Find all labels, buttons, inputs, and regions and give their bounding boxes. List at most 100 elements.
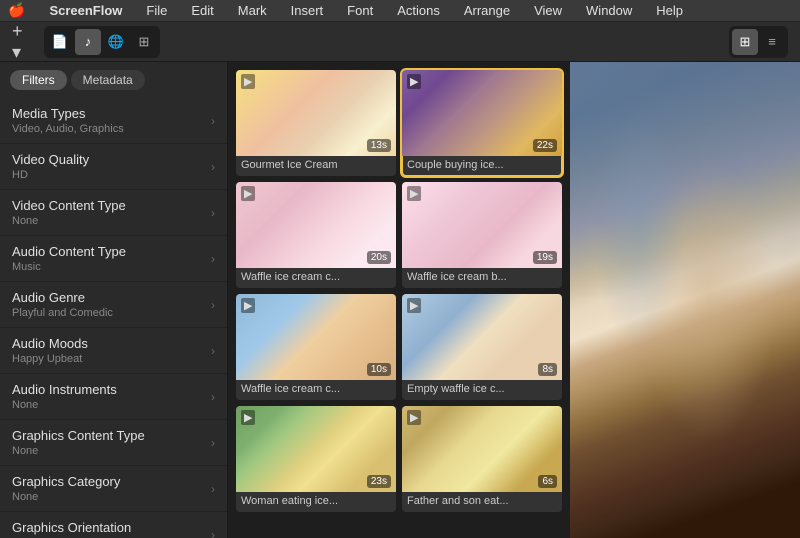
menu-arrange[interactable]: Arrange bbox=[460, 3, 514, 18]
sidebar-value-audio-moods: Happy Upbeat bbox=[12, 353, 88, 365]
media-item-2[interactable]: ▶ 20s Waffle ice cream c... bbox=[236, 182, 396, 288]
media-thumb-2: ▶ 20s bbox=[236, 182, 396, 268]
media-thumb-5: ▶ 8s bbox=[402, 294, 562, 380]
app-name[interactable]: ScreenFlow bbox=[45, 3, 126, 18]
video-icon: ▶ bbox=[241, 410, 255, 425]
media-label-1: Couple buying ice... bbox=[402, 156, 562, 176]
media-thumb-4: ▶ 10s bbox=[236, 294, 396, 380]
menu-window[interactable]: Window bbox=[582, 3, 636, 18]
video-icon: ▶ bbox=[407, 410, 421, 425]
media-label-4: Waffle ice cream c... bbox=[236, 380, 396, 400]
grid-icon[interactable]: ⊞ bbox=[131, 29, 157, 55]
sidebar-item-audio-moods[interactable]: Audio Moods Happy Upbeat › bbox=[0, 328, 227, 374]
audio-icon[interactable]: ♪ bbox=[75, 29, 101, 55]
chevron-icon: › bbox=[211, 344, 215, 358]
video-icon: ▶ bbox=[241, 186, 255, 201]
tab-filters[interactable]: Filters bbox=[10, 70, 67, 90]
media-item-4[interactable]: ▶ 10s Waffle ice cream c... bbox=[236, 294, 396, 400]
media-duration-7: 6s bbox=[538, 475, 557, 488]
media-thumb-1: ▶ 22s bbox=[402, 70, 562, 156]
stock-media-icon[interactable]: 📄 bbox=[47, 29, 73, 55]
menu-font[interactable]: Font bbox=[343, 3, 377, 18]
sidebar-item-graphics-category[interactable]: Graphics Category None › bbox=[0, 466, 227, 512]
grid-view-button[interactable]: ⊞ bbox=[732, 29, 758, 55]
sidebar-label-audio-content-type: Audio Content Type bbox=[12, 244, 126, 259]
chevron-icon: › bbox=[211, 528, 215, 538]
menu-edit[interactable]: Edit bbox=[187, 3, 217, 18]
media-label-5: Empty waffle ice c... bbox=[402, 380, 562, 400]
video-icon: ▶ bbox=[407, 298, 421, 313]
sidebar-label-audio-instruments: Audio Instruments bbox=[12, 382, 117, 397]
media-duration-2: 20s bbox=[367, 251, 391, 264]
media-duration-5: 8s bbox=[538, 363, 557, 376]
chevron-icon: › bbox=[211, 482, 215, 496]
menu-view[interactable]: View bbox=[530, 3, 566, 18]
sidebar-label-audio-genre: Audio Genre bbox=[12, 290, 113, 305]
sidebar-item-graphics-orientation[interactable]: Graphics Orientation None › bbox=[0, 512, 227, 538]
sidebar-item-media-types[interactable]: Media Types Video, Audio, Graphics › bbox=[0, 98, 227, 144]
media-thumb-3: ▶ 19s bbox=[402, 182, 562, 268]
menu-file[interactable]: File bbox=[142, 3, 171, 18]
media-item-1[interactable]: ▶ 22s Couple buying ice... bbox=[402, 70, 562, 176]
media-label-2: Waffle ice cream c... bbox=[236, 268, 396, 288]
sidebar-item-video-quality[interactable]: Video Quality HD › bbox=[0, 144, 227, 190]
sidebar-value-media-types: Video, Audio, Graphics bbox=[12, 123, 124, 135]
sidebar-label-graphics-category: Graphics Category bbox=[12, 474, 120, 489]
media-label-6: Woman eating ice... bbox=[236, 492, 396, 512]
media-grid: ▶ 13s Gourmet Ice Cream ▶ 22s Couple buy… bbox=[236, 70, 562, 512]
sidebar-value-graphics-category: None bbox=[12, 491, 120, 503]
sidebar-item-audio-genre[interactable]: Audio Genre Playful and Comedic › bbox=[0, 282, 227, 328]
media-thumb-7: ▶ 6s bbox=[402, 406, 562, 492]
web-icon[interactable]: 🌐 bbox=[103, 29, 129, 55]
media-duration-4: 10s bbox=[367, 363, 391, 376]
chevron-icon: › bbox=[211, 252, 215, 266]
chevron-icon: › bbox=[211, 160, 215, 174]
list-view-button[interactable]: ≡ bbox=[759, 29, 785, 55]
sidebar-item-video-content-type[interactable]: Video Content Type None › bbox=[0, 190, 227, 236]
chevron-icon: › bbox=[211, 436, 215, 450]
tab-metadata[interactable]: Metadata bbox=[71, 70, 145, 90]
video-icon: ▶ bbox=[241, 74, 255, 89]
main-content: Filters Metadata Media Types Video, Audi… bbox=[0, 62, 800, 538]
media-duration-3: 19s bbox=[533, 251, 557, 264]
media-label-7: Father and son eat... bbox=[402, 492, 562, 512]
media-item-5[interactable]: ▶ 8s Empty waffle ice c... bbox=[402, 294, 562, 400]
media-thumb-0: ▶ 13s bbox=[236, 70, 396, 156]
sidebar-value-audio-content-type: Music bbox=[12, 261, 126, 273]
sidebar-value-video-content-type: None bbox=[12, 215, 126, 227]
sidebar-item-audio-content-type[interactable]: Audio Content Type Music › bbox=[0, 236, 227, 282]
menu-mark[interactable]: Mark bbox=[234, 3, 271, 18]
sidebar-label-video-content-type: Video Content Type bbox=[12, 198, 126, 213]
sidebar-value-graphics-content-type: None bbox=[12, 445, 145, 457]
media-label-3: Waffle ice cream b... bbox=[402, 268, 562, 288]
sidebar-label-graphics-orientation: Graphics Orientation bbox=[12, 520, 131, 535]
sidebar-value-audio-genre: Playful and Comedic bbox=[12, 307, 113, 319]
sidebar: Filters Metadata Media Types Video, Audi… bbox=[0, 62, 228, 538]
sidebar-item-audio-instruments[interactable]: Audio Instruments None › bbox=[0, 374, 227, 420]
media-duration-6: 23s bbox=[367, 475, 391, 488]
chevron-icon: › bbox=[211, 206, 215, 220]
sidebar-value-audio-instruments: None bbox=[12, 399, 117, 411]
media-label-0: Gourmet Ice Cream bbox=[236, 156, 396, 176]
media-item-6[interactable]: ▶ 23s Woman eating ice... bbox=[236, 406, 396, 512]
media-item-0[interactable]: ▶ 13s Gourmet Ice Cream bbox=[236, 70, 396, 176]
add-button[interactable]: + ▾ bbox=[12, 30, 36, 54]
filter-metadata-tabs: Filters Metadata bbox=[0, 62, 227, 98]
menu-help[interactable]: Help bbox=[652, 3, 687, 18]
sidebar-label-audio-moods: Audio Moods bbox=[12, 336, 88, 351]
sidebar-label-media-types: Media Types bbox=[12, 106, 124, 121]
preview-image bbox=[570, 62, 800, 538]
menu-actions[interactable]: Actions bbox=[393, 3, 444, 18]
sidebar-item-graphics-content-type[interactable]: Graphics Content Type None › bbox=[0, 420, 227, 466]
video-icon: ▶ bbox=[241, 298, 255, 313]
video-icon: ▶ bbox=[407, 186, 421, 201]
media-item-3[interactable]: ▶ 19s Waffle ice cream b... bbox=[402, 182, 562, 288]
menubar: 🍎 ScreenFlow File Edit Mark Insert Font … bbox=[0, 0, 800, 22]
view-toggle-group: ⊞ ≡ bbox=[729, 26, 788, 58]
media-duration-0: 13s bbox=[367, 139, 391, 152]
chevron-icon: › bbox=[211, 390, 215, 404]
menu-insert[interactable]: Insert bbox=[287, 3, 328, 18]
toolbar: + ▾ 📄 ♪ 🌐 ⊞ ⊞ ≡ bbox=[0, 22, 800, 62]
media-duration-1: 22s bbox=[533, 139, 557, 152]
media-item-7[interactable]: ▶ 6s Father and son eat... bbox=[402, 406, 562, 512]
